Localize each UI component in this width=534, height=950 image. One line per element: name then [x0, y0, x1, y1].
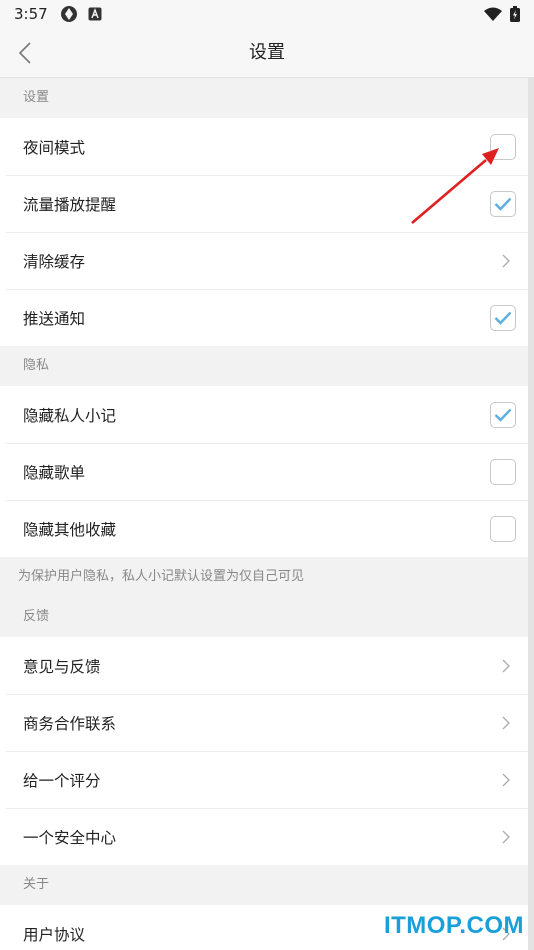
- battery-icon: [510, 6, 520, 22]
- row-label: 给一个评分: [23, 771, 101, 790]
- status-system-icons: [484, 6, 520, 22]
- row-label: 流量播放提醒: [23, 195, 117, 214]
- status-bar: 3:57: [0, 0, 534, 28]
- site-watermark: ITMOP.COM: [383, 912, 524, 939]
- app-header: 设置: [0, 28, 534, 78]
- row-label: 推送通知: [23, 309, 86, 328]
- wifi-icon: [484, 7, 502, 21]
- row-label: 一个安全中心: [23, 828, 117, 847]
- hide-private-notes-checkbox[interactable]: [490, 401, 516, 428]
- row-feedback[interactable]: 意见与反馈: [0, 637, 528, 694]
- row-business-contact[interactable]: 商务合作联系: [0, 694, 528, 751]
- chevron-right-icon: [496, 248, 516, 274]
- section-header-privacy: 隐私: [0, 346, 528, 386]
- section-header-settings: 设置: [0, 78, 528, 118]
- app-notification-icon: [60, 6, 77, 22]
- row-push-notification[interactable]: 推送通知: [0, 289, 528, 346]
- chevron-right-icon: [496, 824, 516, 850]
- back-button[interactable]: [10, 38, 40, 68]
- row-security-center[interactable]: 一个安全中心: [0, 808, 528, 865]
- row-hide-playlists[interactable]: 隐藏歌单: [0, 443, 528, 500]
- row-label: 隐藏私人小记: [23, 406, 117, 425]
- row-label: 夜间模式: [23, 138, 86, 157]
- row-night-mode[interactable]: 夜间模式: [0, 118, 528, 175]
- chevron-left-icon: [18, 42, 31, 64]
- row-data-play-reminder[interactable]: 流量播放提醒: [0, 175, 528, 232]
- check-icon: [494, 197, 512, 211]
- row-label: 意见与反馈: [23, 657, 101, 676]
- data-play-reminder-checkbox[interactable]: [490, 190, 516, 217]
- chevron-right-icon: [496, 653, 516, 679]
- row-label: 隐藏其他收藏: [23, 520, 117, 539]
- hide-other-favorites-checkbox[interactable]: [490, 515, 516, 542]
- row-label: 隐藏歌单: [23, 463, 86, 482]
- section-header-about: 关于: [0, 865, 528, 905]
- row-rate-app[interactable]: 给一个评分: [0, 751, 528, 808]
- row-label: 商务合作联系: [23, 714, 117, 733]
- row-hide-other-favorites[interactable]: 隐藏其他收藏: [0, 500, 528, 557]
- row-hide-private-notes[interactable]: 隐藏私人小记: [0, 386, 528, 443]
- row-label: 清除缓存: [23, 252, 86, 271]
- text-notification-icon: [88, 7, 102, 21]
- push-notification-checkbox[interactable]: [490, 304, 516, 331]
- hide-playlists-checkbox[interactable]: [490, 458, 516, 485]
- status-notification-icons: [60, 5, 102, 23]
- privacy-note: 为保护用户隐私，私人小记默认设置为仅自己可见: [0, 557, 528, 597]
- chevron-right-icon: [496, 767, 516, 793]
- check-icon: [494, 311, 512, 325]
- row-clear-cache[interactable]: 清除缓存: [0, 232, 528, 289]
- settings-list[interactable]: 设置 夜间模式 流量播放提醒 清除缓存 推送通知 隐私 隐藏私人小记 隐藏歌单 …: [0, 78, 528, 950]
- scrollbar[interactable]: [528, 78, 534, 950]
- page-title: 设置: [249, 42, 285, 63]
- night-mode-checkbox[interactable]: [490, 133, 516, 160]
- status-time: 3:57: [14, 5, 48, 23]
- chevron-right-icon: [496, 710, 516, 736]
- check-icon: [494, 408, 512, 422]
- section-header-feedback: 反馈: [0, 597, 528, 637]
